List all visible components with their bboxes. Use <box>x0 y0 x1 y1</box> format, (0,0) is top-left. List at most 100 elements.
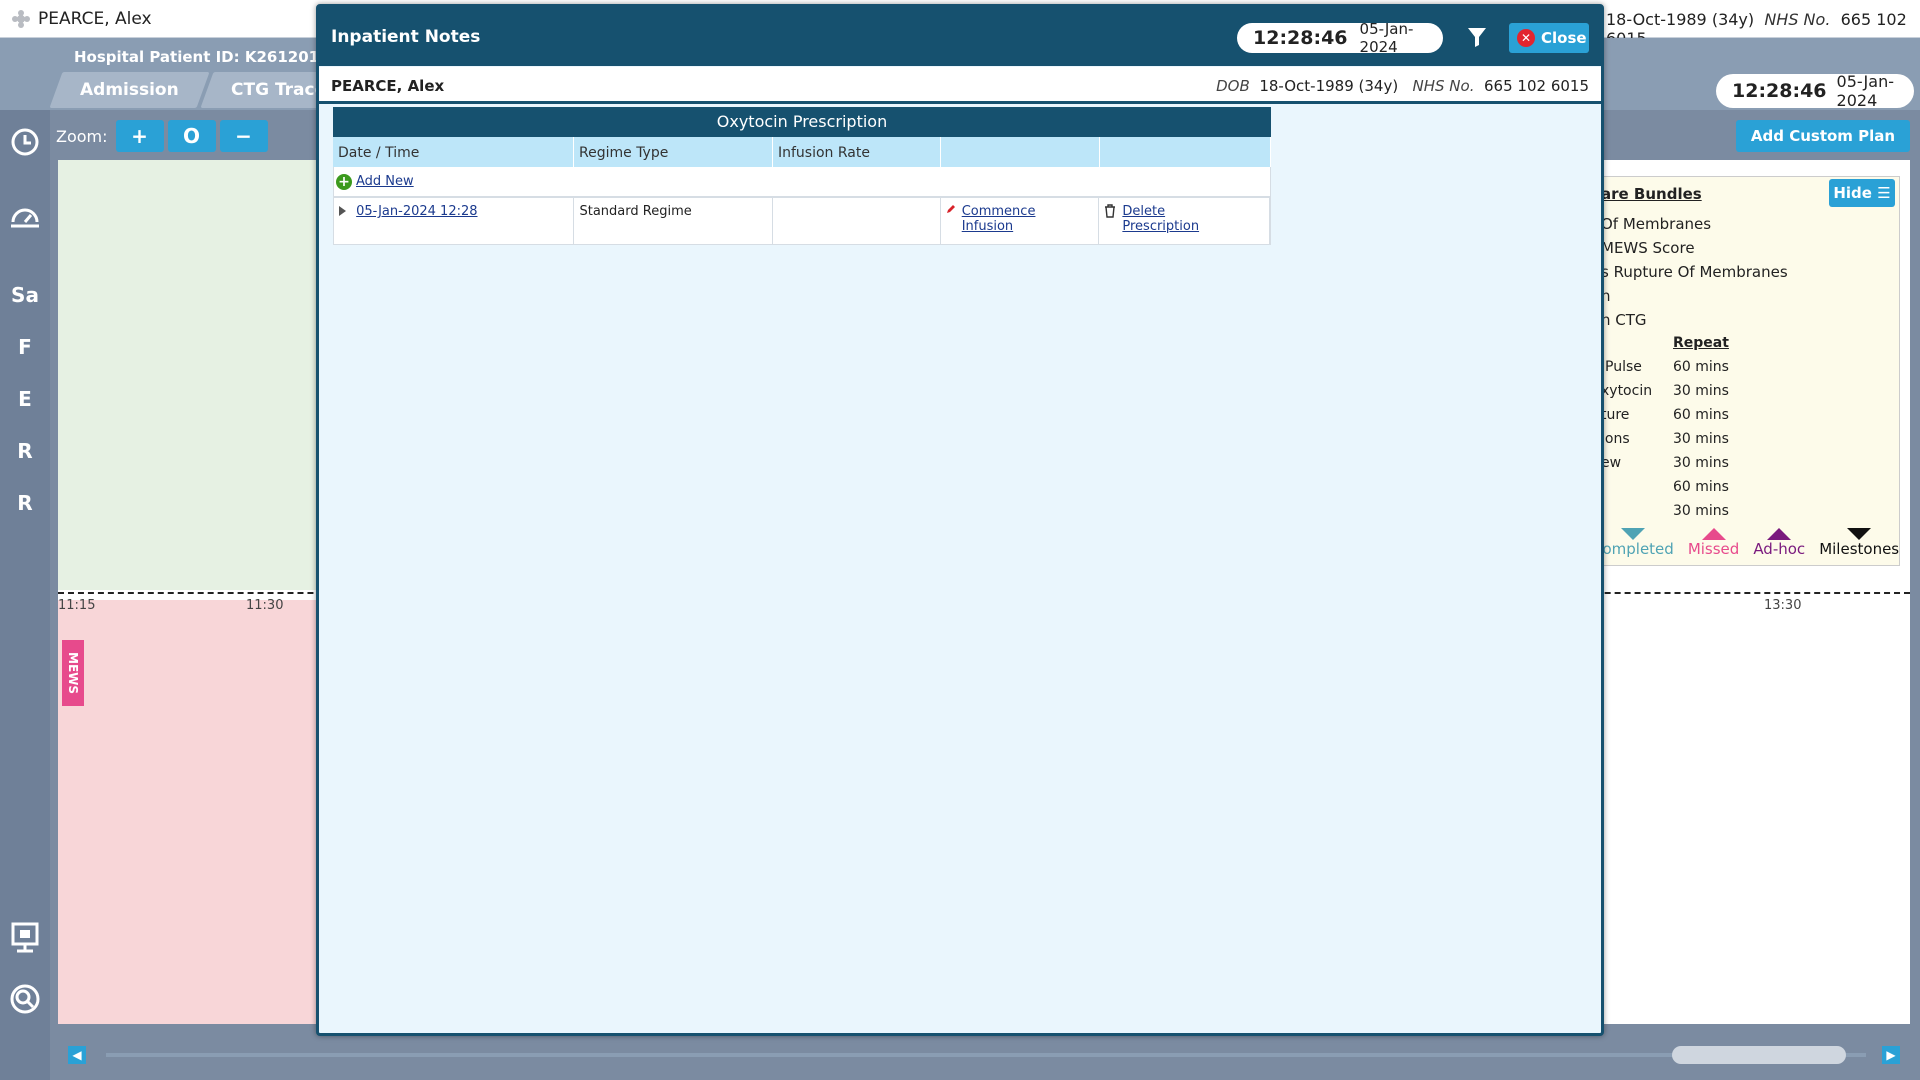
datetime-link[interactable]: 05-Jan-2024 12:28 <box>356 204 477 219</box>
bundle-item: s Rupture Of Membranes <box>1601 263 1788 281</box>
commence-cell: Commence Infusion <box>941 198 1100 244</box>
column-header: Infusion Rate <box>773 137 941 167</box>
adhoc-triangle-icon <box>1767 528 1792 540</box>
scroll-right-icon[interactable]: ▶ <box>1882 1046 1900 1064</box>
close-label: Close <box>1541 29 1587 47</box>
bundle-item: n CTG <box>1601 311 1647 329</box>
repeat-value: 30 mins <box>1673 383 1729 399</box>
repeat-value: 30 mins <box>1673 503 1729 519</box>
dashboard-gauge-icon[interactable] <box>6 200 44 238</box>
column-header <box>1100 137 1271 167</box>
add-new-row: + Add New <box>333 167 1271 197</box>
delete-prescription-link[interactable]: Delete Prescription <box>1122 204 1199 234</box>
repeat-name: ions <box>1601 431 1630 447</box>
regime-cell: Standard Regime <box>574 198 774 244</box>
zoom-label: Zoom: <box>56 126 108 146</box>
expand-caret-icon[interactable] <box>339 206 346 216</box>
add-custom-plan-event-button[interactable]: Add Custom Plan Event <box>1736 120 1910 177</box>
scroll-thumb[interactable] <box>1672 1046 1846 1064</box>
main-tabs: Admission CTG Trace <box>49 72 357 108</box>
clock-date: 05-Jan-2024 <box>1359 20 1414 56</box>
repeat-value: 60 mins <box>1673 359 1729 375</box>
zoom-out-button[interactable]: − <box>219 120 268 152</box>
repeat-value: 30 mins <box>1673 431 1729 447</box>
milestone-triangle-icon <box>1847 528 1872 540</box>
rail-item-r1[interactable]: R <box>6 432 44 470</box>
rail-item-f[interactable]: F <box>6 328 44 366</box>
table-title: Oxytocin Prescription <box>333 107 1271 137</box>
column-header: Regime Type <box>574 137 773 167</box>
rail-item-e[interactable]: E <box>6 380 44 418</box>
repeat-name: ew <box>1601 455 1622 471</box>
rail-item-sa[interactable]: Sa <box>6 276 44 314</box>
patient-name-text: PEARCE, Alex <box>38 9 152 29</box>
legend-label: Completed <box>1592 540 1674 558</box>
scroll-left-icon[interactable]: ◀ <box>68 1046 86 1064</box>
dialog-patient-banner: PEARCE, Alex DOB 18-Oct-1989 (34y) NHS N… <box>319 67 1601 104</box>
hide-label: Hide <box>1833 184 1872 202</box>
column-header <box>941 137 1100 167</box>
timeline-green-zone <box>58 160 318 590</box>
close-icon: ✕ <box>1517 29 1535 47</box>
missed-triangle-icon <box>1701 528 1726 540</box>
repeat-value: 60 mins <box>1673 479 1729 495</box>
bundle-item: Of Membranes <box>1601 215 1712 233</box>
clock-time: 12:28:46 <box>1732 80 1827 102</box>
status-legend: Completed Missed Ad-hoc Milestones <box>1592 528 1899 558</box>
dialog-clock: 12:28:46 05-Jan-2024 <box>1237 20 1443 56</box>
legend-completed: Completed <box>1592 528 1674 558</box>
repeat-name: xytocin <box>1601 383 1653 399</box>
repeat-name: ture <box>1601 407 1630 423</box>
left-rail: Sa F E R R <box>0 110 50 1080</box>
clock-date: 05-Jan-2024 <box>1836 72 1894 110</box>
rail-item-r2[interactable]: R <box>6 484 44 522</box>
commence-infusion-link[interactable]: Commence Infusion <box>962 204 1036 234</box>
legend-missed: Missed <box>1687 528 1740 558</box>
search-clock-icon[interactable] <box>6 982 44 1020</box>
patient-identifiers: DOB 18-Oct-1989 (34y) NHS No. 665 102 60… <box>1216 77 1589 95</box>
hide-button[interactable]: Hide ☰ <box>1829 179 1895 207</box>
header-clock: 12:28:46 05-Jan-2024 <box>1716 72 1914 110</box>
pencil-icon <box>946 205 955 213</box>
patient-name: PEARCE, Alex <box>331 77 445 95</box>
timeline-scrollbar[interactable]: ◀ ▶ <box>66 1044 1910 1066</box>
delete-cell: Delete Prescription <box>1099 198 1271 244</box>
filter-icon[interactable] <box>1465 25 1489 49</box>
dialog-title: Inpatient Notes <box>331 27 481 47</box>
zoom-reset-button[interactable]: O <box>167 120 216 152</box>
trash-icon <box>1105 204 1116 218</box>
monitor-icon[interactable] <box>6 920 44 958</box>
legend-adhoc: Ad-hoc <box>1753 528 1805 558</box>
link-line: Delete <box>1122 204 1166 219</box>
legend-milestones: Milestones <box>1819 528 1899 558</box>
nhs-label: NHS No. <box>1764 10 1831 29</box>
zoom-controls: Zoom: + O − <box>56 120 268 152</box>
table-header: Date / Time Regime Type Infusion Rate <box>333 137 1271 167</box>
tab-label: CTG Trace <box>230 80 326 100</box>
datetime-cell: 05-Jan-2024 12:28 <box>334 198 575 244</box>
tab-admission[interactable]: Admission <box>49 72 210 108</box>
completed-triangle-icon <box>1620 528 1645 540</box>
mews-event-tag[interactable]: MEWS <box>62 640 84 706</box>
alarm-clock-icon[interactable] <box>6 124 44 162</box>
legend-label: Missed <box>1687 540 1740 558</box>
close-button[interactable]: ✕ Close <box>1509 23 1589 53</box>
timeline-pink-zone <box>58 600 318 1024</box>
clock-time: 12:28:46 <box>1253 27 1348 49</box>
zoom-in-button[interactable]: + <box>115 120 164 152</box>
repeat-name: Pulse <box>1605 359 1642 375</box>
add-new-link[interactable]: Add New <box>356 174 414 189</box>
scroll-track[interactable] <box>106 1053 1866 1057</box>
nhs-label: NHS No. <box>1412 77 1475 95</box>
tick-label: 13:30 <box>1764 598 1802 613</box>
infusion-rate-cell <box>773 198 941 244</box>
table-row: 05-Jan-2024 12:28 Standard Regime Commen… <box>333 197 1271 245</box>
repeat-header: Repeat <box>1673 335 1729 351</box>
dob-label: DOB <box>1216 77 1250 95</box>
patient-name: PEARCE, Alex <box>12 9 152 29</box>
tick-label: 11:30 <box>246 598 284 613</box>
repeat-value: 30 mins <box>1673 455 1729 471</box>
dob-value: 18-Oct-1989 (34y) <box>1606 10 1755 29</box>
dialog-header: Inpatient Notes 12:28:46 05-Jan-2024 ✕ C… <box>319 7 1601 66</box>
add-plus-icon[interactable]: + <box>336 173 352 190</box>
